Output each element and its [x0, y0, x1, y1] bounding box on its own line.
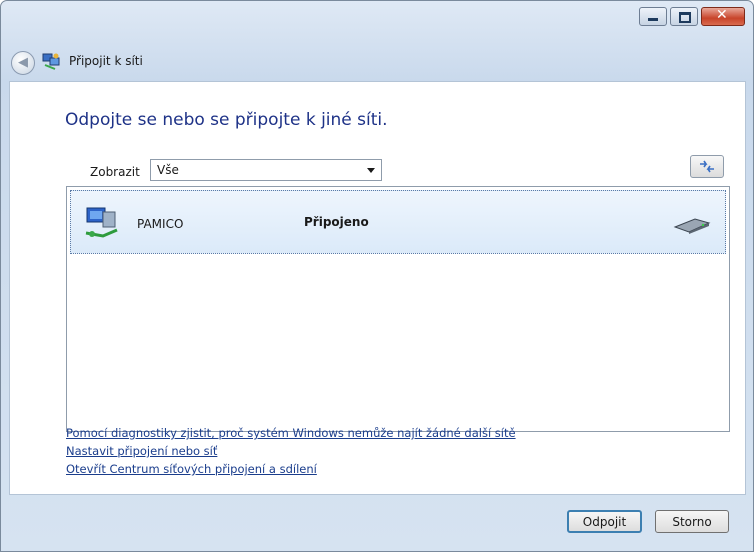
close-button[interactable]: ✕: [701, 7, 745, 26]
dropdown-arrow-icon: [367, 168, 375, 173]
network-list-item[interactable]: PAMICO Připojeno: [70, 190, 726, 254]
disconnect-button[interactable]: Odpojit: [567, 510, 642, 533]
back-button[interactable]: ◀: [11, 51, 35, 75]
network-list: PAMICO Připojeno: [66, 186, 730, 432]
main-content: Odpojte se nebo se připojte k jiné síti.…: [9, 81, 746, 495]
setup-connection-link[interactable]: Nastavit připojení nebo síť: [66, 442, 516, 460]
maximize-icon: [679, 12, 691, 23]
filter-label: Zobrazit: [90, 165, 140, 179]
filter-selected-value: Vše: [157, 163, 179, 177]
network-app-icon: [42, 53, 60, 70]
footer-bar: Odpojit Storno: [1, 493, 753, 551]
cancel-button[interactable]: Storno: [655, 510, 729, 533]
title-bar: ✕ ◀ Připojit k síti: [1, 1, 753, 81]
wired-connection-icon: [673, 218, 711, 234]
close-icon: ✕: [716, 7, 728, 23]
filter-dropdown[interactable]: Vše: [150, 159, 382, 181]
diagnostics-link[interactable]: Pomocí diagnostiky zjistit, proč systém …: [66, 424, 516, 442]
network-center-link[interactable]: Otevřít Centrum síťových připojení a sdí…: [66, 460, 516, 478]
network-name: PAMICO: [137, 217, 184, 231]
refresh-button[interactable]: [690, 155, 724, 178]
minimize-icon: [648, 18, 658, 21]
caption-buttons: ✕: [639, 7, 745, 26]
back-arrow-icon: ◀: [18, 55, 28, 70]
connect-to-network-window: ✕ ◀ Připojit k síti Odpojte se nebo se p…: [0, 0, 754, 552]
network-status: Připojeno: [304, 215, 369, 229]
network-computer-icon: [85, 207, 118, 238]
page-heading: Odpojte se nebo se připojte k jiné síti.: [65, 110, 388, 130]
maximize-button[interactable]: [670, 7, 698, 26]
minimize-button[interactable]: [639, 7, 667, 26]
refresh-icon: [700, 160, 714, 173]
window-title: Připojit k síti: [69, 54, 143, 68]
links-section: Pomocí diagnostiky zjistit, proč systém …: [66, 424, 516, 478]
